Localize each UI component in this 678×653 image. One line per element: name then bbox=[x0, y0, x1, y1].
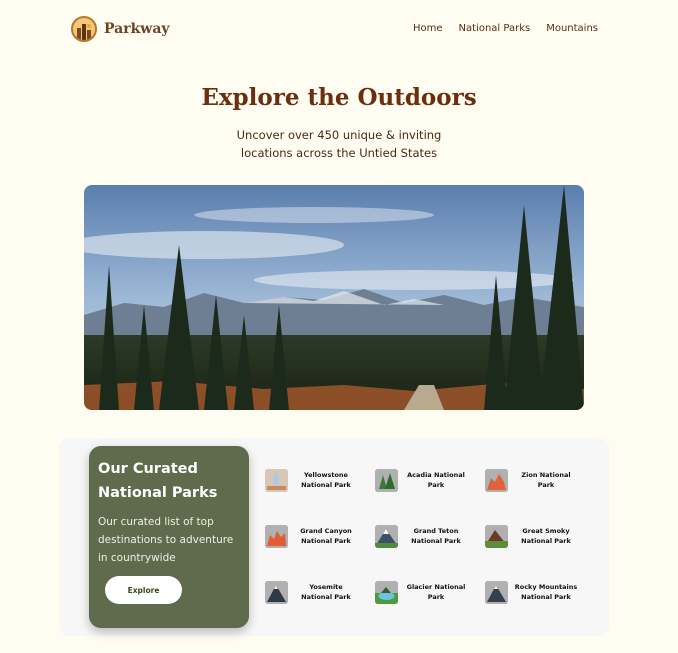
main-nav: Home National Parks Mountains bbox=[413, 23, 598, 34]
park-name: Yellowstone National Park bbox=[301, 471, 351, 489]
park-name: Zion National Park bbox=[521, 471, 571, 489]
park-name: Yosemite National Park bbox=[301, 583, 351, 601]
curated-description: Our curated list of top destinations to … bbox=[98, 516, 234, 564]
rocky-peak-icon bbox=[485, 580, 508, 604]
park-name: Rocky Mountains National Park bbox=[514, 583, 578, 601]
park-grand-canyon[interactable]: Grand Canyon National Park bbox=[265, 521, 375, 551]
curated-card: Our Curated National Parks Our curated l… bbox=[89, 446, 249, 628]
hills-icon bbox=[485, 524, 508, 548]
park-yosemite[interactable]: Yosemite National Park bbox=[265, 577, 375, 607]
brand-name: Parkway bbox=[104, 21, 170, 37]
park-grid: Yellowstone National Park Acadia Nationa… bbox=[265, 465, 595, 615]
park-yellowstone[interactable]: Yellowstone National Park bbox=[265, 465, 375, 495]
nav-national-parks[interactable]: National Parks bbox=[459, 23, 531, 34]
park-name: Glacier National Park bbox=[406, 583, 466, 601]
site-header: Parkway Home National Parks Mountains bbox=[0, 0, 678, 60]
canyon-icon bbox=[265, 524, 288, 548]
park-glacier[interactable]: Glacier National Park bbox=[375, 577, 485, 607]
glacier-lake-icon bbox=[375, 580, 398, 604]
granite-dome-icon bbox=[265, 580, 288, 604]
park-name: Grand Canyon National Park bbox=[300, 527, 352, 545]
snow-peak-icon bbox=[375, 524, 398, 548]
red-rock-icon bbox=[485, 468, 508, 492]
park-name: Grand Teton National Park bbox=[411, 527, 461, 545]
hero-title: Explore the Outdoors bbox=[201, 84, 477, 111]
curated-title: Our Curated National Parks bbox=[98, 461, 218, 501]
park-rocky-mountains[interactable]: Rocky Mountains National Park bbox=[485, 577, 595, 607]
park-great-smoky[interactable]: Great Smoky National Park bbox=[485, 521, 595, 551]
park-zion[interactable]: Zion National Park bbox=[485, 465, 595, 495]
hero-subtitle: Uncover over 450 unique & inviting locat… bbox=[236, 128, 442, 160]
park-grand-teton[interactable]: Grand Teton National Park bbox=[375, 521, 485, 551]
mountain-logo-icon bbox=[71, 16, 97, 42]
hero-image bbox=[84, 185, 584, 410]
park-acadia[interactable]: Acadia National Park bbox=[375, 465, 485, 495]
pine-trees-icon bbox=[375, 468, 398, 492]
nav-home[interactable]: Home bbox=[413, 23, 443, 34]
explore-button[interactable]: Explore bbox=[105, 576, 182, 604]
park-name: Acadia National Park bbox=[407, 471, 465, 489]
brand-logo[interactable]: Parkway bbox=[71, 16, 170, 42]
park-name: Great Smoky National Park bbox=[521, 527, 571, 545]
nav-mountains[interactable]: Mountains bbox=[546, 23, 598, 34]
geyser-icon bbox=[265, 468, 288, 492]
